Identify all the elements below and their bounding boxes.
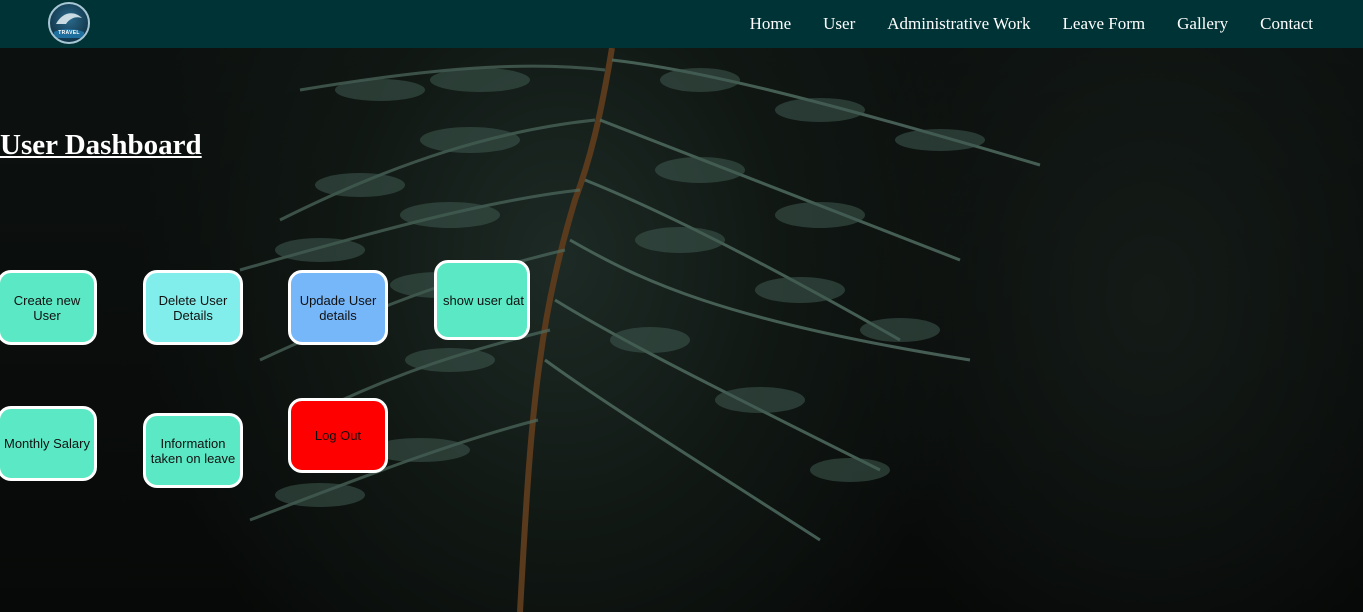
nav-menu: Home User Administrative Work Leave Form… <box>718 0 1313 48</box>
nav-home-link[interactable]: Home <box>750 14 792 34</box>
monthly-salary-button[interactable]: Monthly Salary <box>0 406 97 481</box>
top-navbar: TRAVEL Home User Administrative Work Lea… <box>0 0 1363 48</box>
nav-gallery-link[interactable]: Gallery <box>1177 14 1228 34</box>
nav-contact-link[interactable]: Contact <box>1260 14 1313 34</box>
page-title: User Dashboard <box>0 129 202 161</box>
logo-graphic <box>54 13 84 38</box>
nav-administrative-work-link[interactable]: Administrative Work <box>887 14 1030 34</box>
show-user-data-button[interactable]: show user dat <box>434 260 530 340</box>
delete-user-details-button[interactable]: Delete User Details <box>143 270 243 345</box>
nav-leave-form-link[interactable]: Leave Form <box>1063 14 1146 34</box>
log-out-button[interactable]: Log Out <box>288 398 388 473</box>
create-new-user-button[interactable]: Create new User <box>0 270 97 345</box>
nav-user-link[interactable]: User <box>823 14 855 34</box>
logo-icon[interactable]: TRAVEL <box>48 2 90 44</box>
update-user-details-button[interactable]: Updade User details <box>288 270 388 345</box>
leave-information-button[interactable]: Information taken on leave <box>143 413 243 488</box>
logo-text: TRAVEL <box>58 30 80 36</box>
